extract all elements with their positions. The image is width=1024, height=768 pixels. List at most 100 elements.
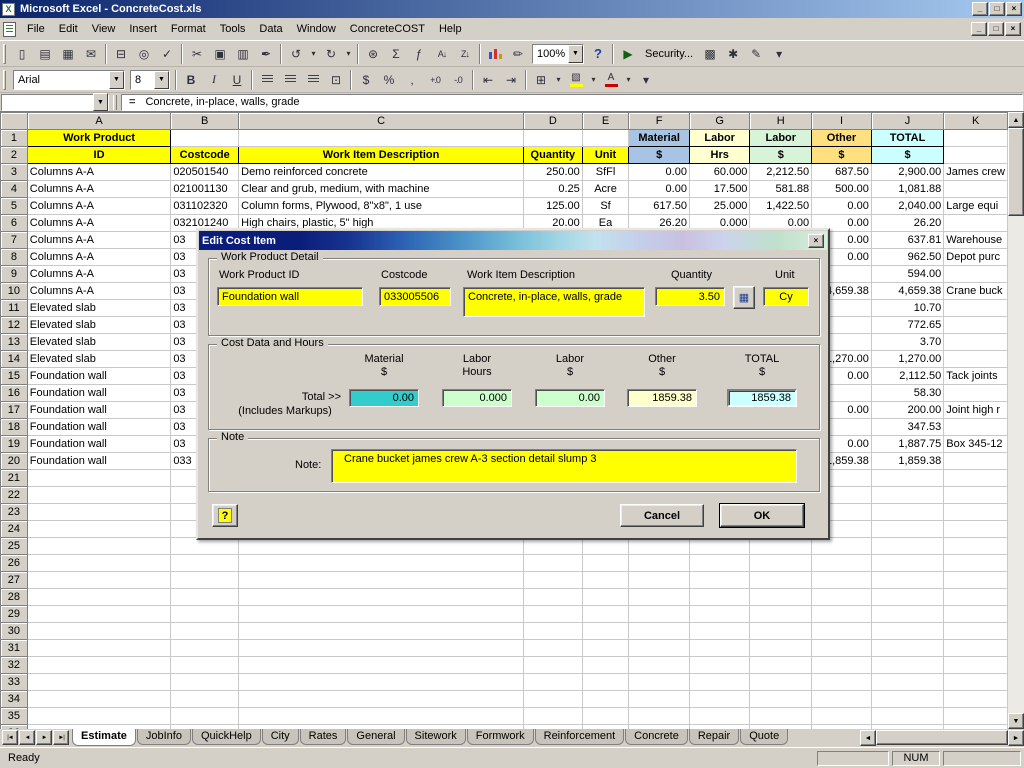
tab-repair[interactable]: Repair — [689, 729, 739, 745]
cell[interactable] — [629, 708, 690, 725]
cell[interactable] — [812, 572, 872, 589]
cell[interactable] — [944, 657, 1008, 674]
menu-edit[interactable]: Edit — [52, 19, 85, 39]
cell[interactable]: Foundation wall — [27, 385, 171, 402]
cell[interactable] — [582, 640, 629, 657]
name-box[interactable]: ▼ — [1, 94, 109, 111]
cell[interactable] — [582, 623, 629, 640]
menu-insert[interactable]: Insert — [122, 19, 164, 39]
cell[interactable] — [689, 640, 749, 657]
bold-icon[interactable]: B — [180, 69, 202, 91]
calculator-button[interactable]: ▦ — [733, 286, 755, 309]
horizontal-scrollbar[interactable]: ◄ ► — [860, 729, 1024, 746]
note-field[interactable]: Crane bucket james crew A-3 section deta… — [331, 449, 797, 483]
row-header-34[interactable]: 34 — [1, 691, 28, 708]
cell[interactable]: 617.50 — [629, 198, 690, 215]
cell[interactable] — [171, 640, 239, 657]
spelling-icon[interactable]: ✓ — [156, 43, 178, 65]
cell[interactable] — [750, 623, 812, 640]
cell[interactable] — [871, 487, 943, 504]
save-icon[interactable]: ▦ — [57, 43, 79, 65]
cell[interactable] — [239, 674, 524, 691]
menu-window[interactable]: Window — [290, 19, 343, 39]
row-header-3[interactable]: 3 — [1, 164, 28, 181]
menu-format[interactable]: Format — [164, 19, 213, 39]
cell[interactable]: James crew — [944, 164, 1008, 181]
cell[interactable] — [944, 691, 1008, 708]
cell[interactable]: ID — [27, 147, 171, 164]
cell[interactable] — [27, 521, 171, 538]
cell[interactable] — [582, 589, 629, 606]
cell[interactable] — [944, 351, 1008, 368]
minimize-button[interactable]: _ — [972, 2, 988, 16]
cell[interactable] — [239, 691, 524, 708]
tab-formwork[interactable]: Formwork — [467, 729, 534, 745]
insert-hyperlink-icon[interactable]: ⊛ — [362, 43, 384, 65]
cell[interactable]: 200.00 — [871, 402, 943, 419]
cell[interactable]: 125.00 — [523, 198, 582, 215]
cell[interactable] — [944, 266, 1008, 283]
cell[interactable] — [812, 691, 872, 708]
cell[interactable] — [171, 708, 239, 725]
cell[interactable]: 347.53 — [871, 419, 943, 436]
cell[interactable] — [523, 130, 582, 147]
cell[interactable] — [629, 606, 690, 623]
chevron-down-icon[interactable]: ▼ — [109, 71, 124, 89]
cell[interactable]: 1,081.88 — [871, 181, 943, 198]
design-mode-icon[interactable]: ✎ — [745, 43, 767, 65]
column-header-a[interactable]: A — [27, 113, 171, 130]
cell[interactable]: Elevated slab — [27, 334, 171, 351]
tab-general[interactable]: General — [347, 729, 404, 745]
cell[interactable] — [944, 572, 1008, 589]
paste-icon[interactable]: ▥ — [232, 43, 254, 65]
toolbar-options-icon[interactable]: ▾ — [768, 43, 790, 65]
row-header-18[interactable]: 18 — [1, 419, 28, 436]
cell[interactable] — [944, 385, 1008, 402]
cell[interactable]: Columns A-A — [27, 249, 171, 266]
cell[interactable]: Quantity — [523, 147, 582, 164]
tab-scroll-next-icon[interactable]: ► — [36, 730, 52, 745]
cell[interactable] — [239, 657, 524, 674]
cell[interactable] — [944, 504, 1008, 521]
cell[interactable]: 581.88 — [750, 181, 812, 198]
underline-icon[interactable]: U — [226, 69, 248, 91]
cell[interactable] — [750, 538, 812, 555]
cell[interactable]: 250.00 — [523, 164, 582, 181]
cell[interactable] — [871, 521, 943, 538]
cell[interactable] — [812, 708, 872, 725]
cell[interactable] — [871, 691, 943, 708]
cell[interactable] — [582, 538, 629, 555]
cell[interactable] — [171, 606, 239, 623]
row-header-25[interactable]: 25 — [1, 538, 28, 555]
cell[interactable] — [812, 606, 872, 623]
cell[interactable] — [871, 470, 943, 487]
cell[interactable] — [871, 504, 943, 521]
dialog-titlebar[interactable]: Edit Cost Item × — [199, 231, 827, 250]
cell[interactable] — [523, 708, 582, 725]
italic-icon[interactable]: I — [203, 69, 225, 91]
cell[interactable]: 2,040.00 — [871, 198, 943, 215]
cell[interactable]: Acre — [582, 181, 629, 198]
cell[interactable] — [629, 674, 690, 691]
cell[interactable] — [171, 589, 239, 606]
tab-reinforcement[interactable]: Reinforcement — [535, 729, 625, 745]
cell[interactable] — [523, 691, 582, 708]
copy-icon[interactable]: ▣ — [209, 43, 231, 65]
cell[interactable] — [171, 572, 239, 589]
percent-style-icon[interactable]: % — [378, 69, 400, 91]
tab-scroll-first-icon[interactable]: |◄ — [2, 730, 18, 745]
cell[interactable] — [812, 538, 872, 555]
row-header-13[interactable]: 13 — [1, 334, 28, 351]
cell[interactable] — [523, 538, 582, 555]
cell[interactable] — [582, 674, 629, 691]
chevron-down-icon[interactable]: ▼ — [154, 71, 169, 89]
cell[interactable] — [171, 538, 239, 555]
cell[interactable]: Crane buck — [944, 283, 1008, 300]
cell[interactable] — [812, 589, 872, 606]
cell[interactable]: 58.30 — [871, 385, 943, 402]
cell[interactable] — [871, 606, 943, 623]
cell[interactable] — [171, 691, 239, 708]
cell[interactable] — [171, 555, 239, 572]
control-toolbox-icon[interactable]: ✱ — [722, 43, 744, 65]
column-header-g[interactable]: G — [689, 113, 749, 130]
